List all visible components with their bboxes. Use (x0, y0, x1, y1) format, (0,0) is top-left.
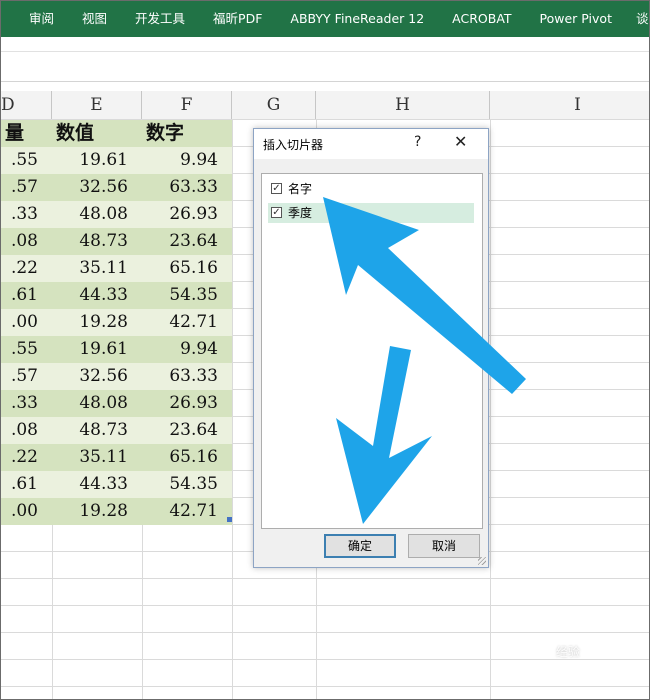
header-cell[interactable]: 数字 (142, 120, 232, 147)
table-cell[interactable]: 19.28 (52, 498, 142, 525)
table-cell[interactable]: 44.33 (52, 471, 142, 498)
table-cell[interactable]: .33 (1, 390, 52, 417)
ribbon-tabs: 审阅 视图 开发工具 福昕PDF ABBYY FineReader 12 ACR… (1, 1, 649, 37)
table-cell[interactable]: 48.73 (52, 228, 142, 255)
field-item-quarter[interactable]: ✓ 季度 (268, 203, 474, 223)
table-cell[interactable]: 19.61 (52, 336, 142, 363)
table-cell[interactable]: .33 (1, 201, 52, 228)
column-header-e[interactable]: E (52, 91, 142, 119)
cancel-button[interactable]: 取消 (408, 534, 480, 558)
table-cell[interactable]: 9.94 (142, 336, 232, 363)
table-cell[interactable]: 65.16 (142, 255, 232, 282)
resize-grip-icon[interactable] (478, 557, 486, 565)
ok-button[interactable]: 确定 (324, 534, 396, 558)
table-cell[interactable]: 48.08 (52, 390, 142, 417)
column-gridline (232, 119, 233, 699)
column-header-i[interactable]: I (490, 91, 649, 119)
table-cell[interactable]: .00 (1, 498, 52, 525)
table-cell[interactable]: 35.11 (52, 255, 142, 282)
dialog-titlebar: 插入切片器 ? ✕ (254, 129, 488, 159)
table-cell[interactable]: 35.11 (52, 444, 142, 471)
excel-window: 审阅 视图 开发工具 福昕PDF ABBYY FineReader 12 ACR… (0, 0, 650, 700)
table-cell[interactable]: .61 (1, 471, 52, 498)
table-cell[interactable]: .22 (1, 255, 52, 282)
field-checkbox-quarter[interactable]: ✓ (271, 207, 282, 218)
table-cell[interactable]: 48.08 (52, 201, 142, 228)
tab-view[interactable]: 视图 (68, 1, 121, 37)
table-cell[interactable]: 54.35 (142, 282, 232, 309)
table-cell[interactable]: .08 (1, 228, 52, 255)
tab-acrobat[interactable]: ACROBAT (438, 1, 525, 37)
row-gridline (1, 686, 649, 687)
column-header-f[interactable]: F (142, 91, 232, 119)
table-cell[interactable]: 42.71 (142, 498, 232, 525)
table-cell[interactable]: .55 (1, 147, 52, 174)
table-cell[interactable]: 32.56 (52, 174, 142, 201)
column-header-d[interactable]: D (1, 91, 52, 119)
table-cell[interactable]: 44.33 (52, 282, 142, 309)
column-header-g[interactable]: G (232, 91, 316, 119)
table-cell[interactable]: 63.33 (142, 363, 232, 390)
column-gridline (490, 119, 491, 699)
help-icon[interactable]: ? (414, 134, 421, 150)
close-icon[interactable]: ✕ (454, 132, 467, 151)
table-cell[interactable]: .08 (1, 417, 52, 444)
tab-power-pivot[interactable]: Power Pivot (526, 1, 626, 37)
table-cell[interactable]: .00 (1, 309, 52, 336)
watermark: 经验 (556, 645, 581, 659)
column-headers: D E F G H I (1, 91, 649, 120)
table-cell[interactable]: 63.33 (142, 174, 232, 201)
table-cell[interactable]: .22 (1, 444, 52, 471)
table-cell[interactable]: 32.56 (52, 363, 142, 390)
tab-developer[interactable]: 开发工具 (121, 1, 199, 37)
formula-bar-area (1, 37, 649, 82)
dialog-title: 插入切片器 (263, 138, 324, 152)
table-cell[interactable]: 23.64 (142, 228, 232, 255)
table-cell[interactable]: 23.64 (142, 417, 232, 444)
table-cell[interactable]: 65.16 (142, 444, 232, 471)
field-label-name: 名字 (288, 182, 313, 196)
table-cell[interactable]: 19.61 (52, 147, 142, 174)
column-header-h[interactable]: H (316, 91, 490, 119)
row-gridline (1, 578, 649, 579)
table-cell[interactable]: .61 (1, 282, 52, 309)
row-gridline (1, 659, 649, 660)
row-gridline (1, 605, 649, 606)
tab-design[interactable]: 谈 (626, 1, 649, 37)
row-gridline (1, 632, 649, 633)
table-cell[interactable]: 19.28 (52, 309, 142, 336)
tab-foxit-pdf[interactable]: 福昕PDF (199, 1, 276, 37)
table-cell[interactable]: 48.73 (52, 417, 142, 444)
table-cell[interactable]: 42.71 (142, 309, 232, 336)
field-label-quarter: 季度 (288, 206, 313, 220)
tab-abbyy[interactable]: ABBYY FineReader 12 (276, 1, 438, 37)
table-cell[interactable]: .57 (1, 174, 52, 201)
table-cell[interactable]: 26.93 (142, 201, 232, 228)
table-cell[interactable]: 26.93 (142, 390, 232, 417)
field-item-name[interactable]: ✓ 名字 (268, 179, 474, 199)
field-checkbox-name[interactable]: ✓ (271, 183, 282, 194)
header-cell[interactable]: 量 (1, 120, 52, 147)
table-cell[interactable]: .55 (1, 336, 52, 363)
insert-slicer-dialog: 插入切片器 ? ✕ ✓ 名字 ✓ 季度 确定 取消 (253, 128, 489, 568)
header-cell[interactable]: 数值 (52, 120, 142, 147)
ribbon-edge (1, 51, 649, 52)
table-cell[interactable]: 9.94 (142, 147, 232, 174)
tab-review[interactable]: 审阅 (1, 1, 68, 37)
field-listbox[interactable]: ✓ 名字 ✓ 季度 (261, 173, 483, 529)
fill-handle[interactable] (227, 517, 232, 522)
table-cell[interactable]: 54.35 (142, 471, 232, 498)
table-cell[interactable]: .57 (1, 363, 52, 390)
